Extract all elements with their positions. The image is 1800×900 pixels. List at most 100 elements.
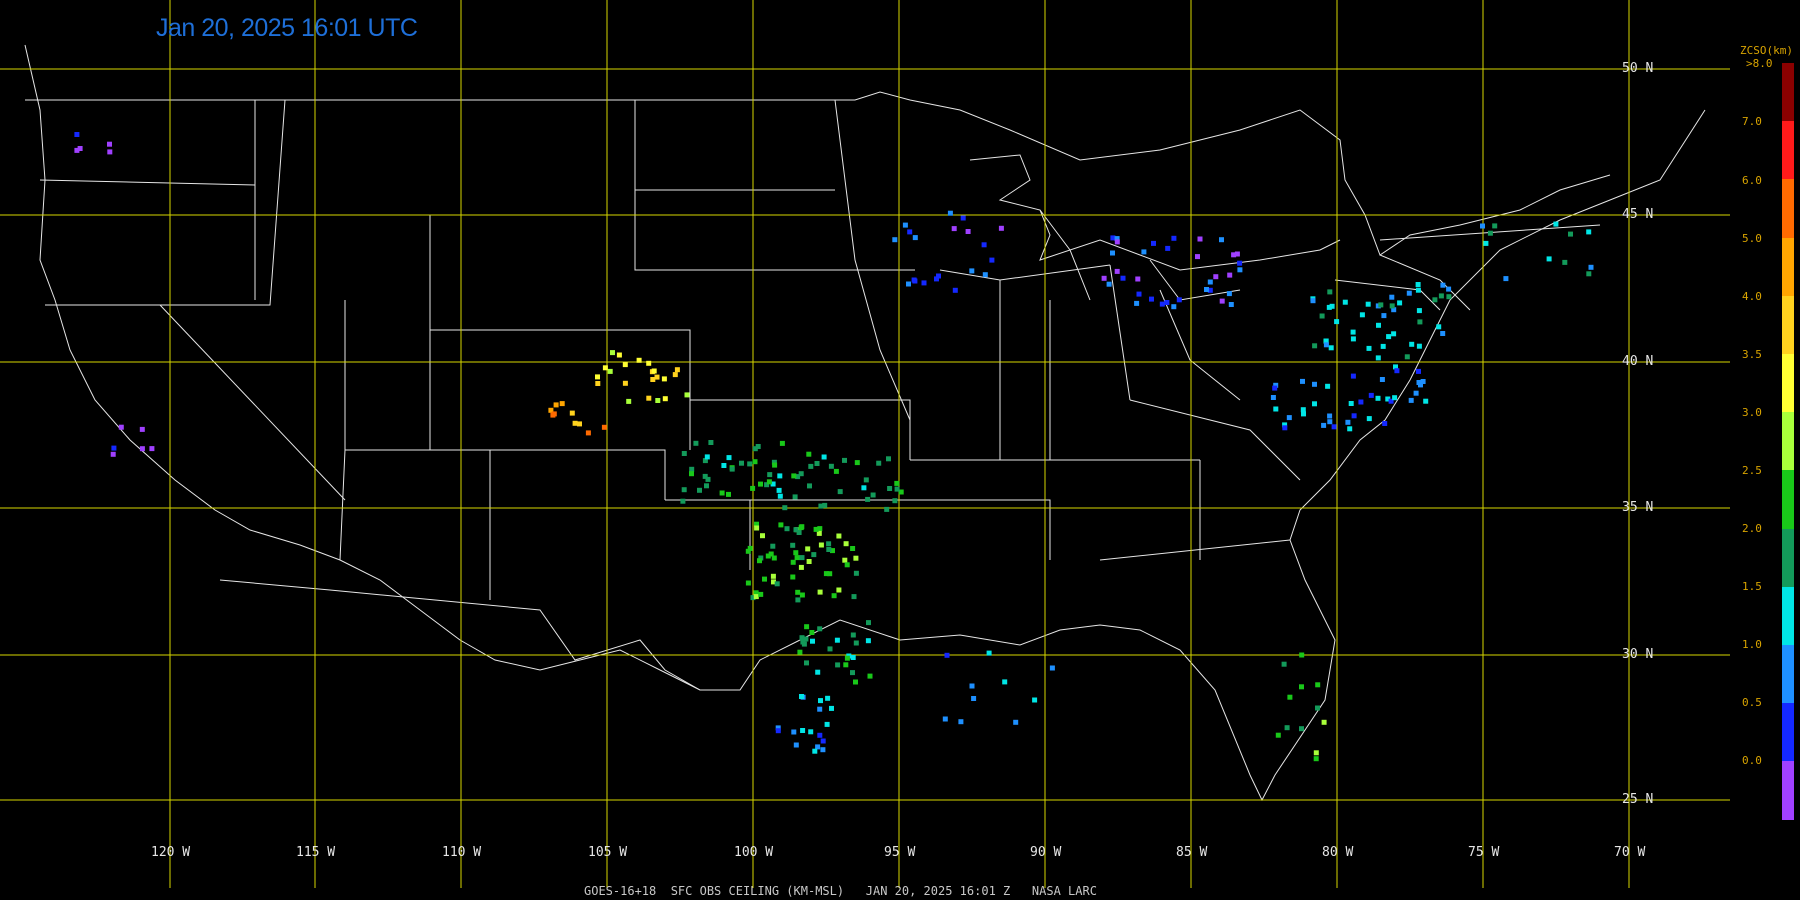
station-marker (844, 655, 850, 661)
station-marker (1436, 324, 1442, 330)
station-marker (1327, 419, 1333, 425)
station-marker (833, 468, 839, 474)
station-marker (835, 662, 841, 668)
station-marker (572, 420, 578, 426)
station-marker (1397, 300, 1403, 306)
station-marker (1313, 756, 1319, 762)
station-marker (1164, 300, 1170, 305)
station-marker (1423, 398, 1429, 404)
station-marker (1228, 302, 1234, 307)
station-marker (107, 149, 113, 155)
lon-label-85w: 85 W (1176, 845, 1208, 860)
station-marker (1284, 725, 1290, 731)
station-marker (768, 551, 774, 557)
station-marker (601, 424, 607, 430)
station-marker (646, 360, 652, 366)
colorbar-segment (1782, 63, 1794, 122)
station-marker (1237, 267, 1243, 273)
borders-layer (24, 44, 1706, 802)
station-marker (1586, 229, 1592, 235)
station-marker (850, 632, 856, 638)
station-marker (1325, 383, 1331, 389)
station-marker (817, 626, 823, 632)
station-marker (1378, 302, 1384, 308)
station-marker (689, 466, 695, 472)
station-marker (947, 210, 953, 216)
station-marker (779, 440, 785, 446)
station-marker (1149, 296, 1154, 302)
station-marker (912, 235, 918, 241)
station-marker (894, 486, 900, 492)
colorbar-tick-0-5: 0.5 (1742, 696, 1762, 709)
colorbar-tick-5-0: 5.0 (1742, 232, 1762, 245)
station-marker (1492, 223, 1498, 229)
station-marker (1586, 271, 1592, 277)
station-marker (1413, 390, 1419, 396)
station-marker (887, 486, 893, 491)
station-marker (965, 229, 971, 234)
lon-label-105w: 105 W (588, 845, 628, 860)
station-marker (1446, 294, 1452, 300)
station-marker (1171, 304, 1177, 310)
station-marker (1315, 682, 1321, 688)
station-marker (1287, 694, 1293, 700)
station-marker (776, 487, 782, 493)
station-marker (1380, 343, 1386, 349)
station-marker (1376, 322, 1381, 328)
station-marker (861, 485, 867, 491)
station-marker (1013, 719, 1019, 725)
station-marker (772, 462, 778, 468)
colorbar-tick-2-0: 2.0 (1742, 522, 1762, 535)
station-marker (1300, 378, 1305, 384)
station-marker (958, 719, 964, 725)
colorbar-segment (1782, 121, 1794, 180)
station-marker (585, 430, 591, 436)
colorbar-segment (1782, 412, 1794, 471)
station-marker (661, 376, 667, 382)
station-marker (790, 559, 796, 565)
station-marker (934, 276, 939, 282)
station-marker (793, 742, 799, 748)
station-marker (1366, 345, 1372, 351)
station-marker (798, 525, 804, 531)
station-marker (1553, 221, 1559, 227)
station-marker (777, 473, 783, 479)
station-marker (851, 594, 857, 600)
station-marker (834, 637, 840, 643)
station-marker (790, 574, 796, 580)
station-marker (989, 257, 995, 263)
station-marker (1432, 297, 1438, 303)
station-marker (870, 492, 876, 498)
station-marker (853, 679, 858, 685)
station-marker (790, 542, 796, 548)
station-marker (1350, 329, 1356, 335)
station-marker (798, 564, 804, 570)
station-marker (777, 493, 783, 499)
station-marker (753, 594, 759, 600)
station-marker (791, 473, 797, 479)
station-marker (651, 368, 657, 374)
station-marker (726, 455, 732, 461)
station-marker (812, 748, 818, 754)
station-marker (810, 638, 815, 644)
station-marker (853, 555, 859, 561)
station-marker (662, 396, 668, 402)
station-marker (569, 410, 575, 416)
station-marker (626, 398, 632, 404)
station-marker (853, 570, 859, 576)
colorbar-segment (1782, 528, 1794, 588)
lon-label-90w: 90 W (1030, 845, 1062, 860)
colorbar-tick-7-0: 7.0 (1742, 115, 1762, 128)
station-marker (1273, 406, 1279, 412)
station-marker (1321, 719, 1327, 725)
station-marker (111, 445, 117, 451)
map-canvas (0, 0, 1730, 888)
station-marker (804, 624, 810, 630)
station-marker (1416, 308, 1422, 314)
station-marker (1299, 652, 1305, 658)
station-marker (1219, 237, 1224, 243)
lat-label-45n: 45 N (1622, 207, 1654, 222)
station-marker (1136, 291, 1142, 297)
station-marker (595, 381, 601, 386)
station-marker (752, 459, 758, 465)
